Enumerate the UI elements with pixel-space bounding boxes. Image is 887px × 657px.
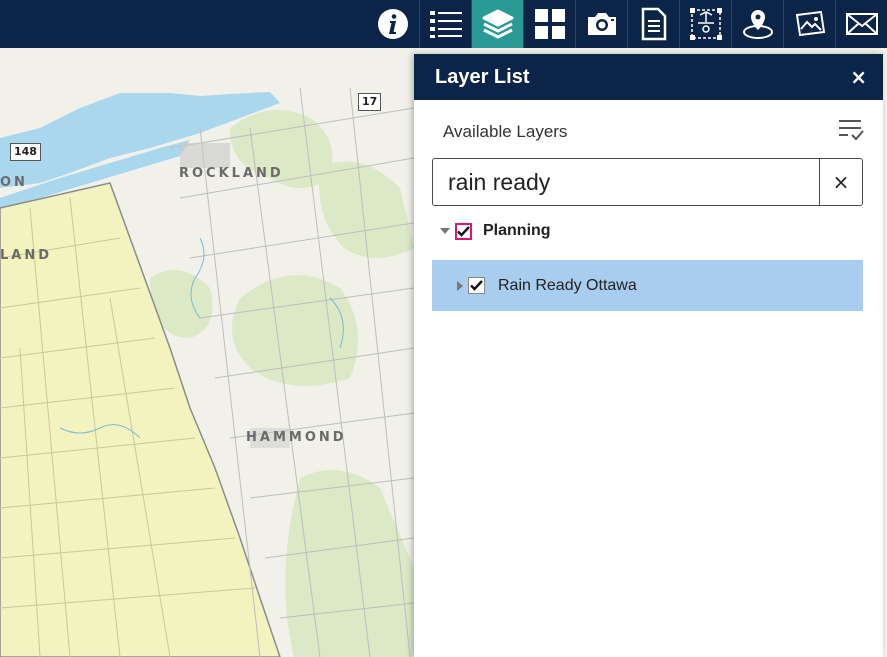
print-button[interactable]: [627, 0, 679, 48]
planning-checkbox[interactable]: [455, 222, 472, 240]
layer-search-input[interactable]: [433, 159, 819, 205]
top-toolbar: [0, 0, 887, 48]
layer-row-rain-ready-ottawa[interactable]: Rain Ready Ottawa: [432, 260, 863, 311]
camera-icon: [585, 10, 619, 38]
available-layers-label: Available Layers: [443, 122, 568, 141]
checkmark-icon: [470, 280, 483, 291]
draw-icon: [689, 7, 723, 41]
basemap-gallery-icon: [534, 8, 566, 40]
collapse-caret-icon[interactable]: [440, 228, 450, 234]
image-gallery-icon: [793, 9, 827, 39]
legend-button[interactable]: [419, 0, 471, 48]
map-label-hammond: HAMMOND: [246, 430, 347, 445]
location-icon: [741, 8, 775, 40]
layer-search: ×: [432, 158, 863, 206]
rain-ready-checkbox[interactable]: [468, 277, 485, 294]
group-label: Planning: [483, 222, 551, 239]
basemap-gallery-button[interactable]: [523, 0, 575, 48]
map-label-on: ON: [0, 175, 28, 190]
share-button[interactable]: [835, 0, 887, 48]
layer-list-button[interactable]: [471, 0, 523, 48]
mail-icon: [845, 11, 879, 37]
layer-list-panel: Layer List × Available Layers × Planning…: [414, 54, 883, 657]
panel-header: Layer List ×: [414, 54, 883, 100]
layer-group-planning: Planning: [440, 222, 551, 240]
filter-options-icon[interactable]: [838, 118, 864, 146]
layer-label: Rain Ready Ottawa: [498, 276, 637, 294]
screenshot-button[interactable]: [575, 0, 627, 48]
map-label-rockland: ROCKLAND: [179, 166, 284, 181]
highway-17-shield: 17: [358, 93, 382, 111]
layers-icon: [481, 8, 515, 40]
expand-caret-icon[interactable]: [457, 280, 463, 291]
map-label-land: LAND: [0, 248, 53, 263]
panel-title: Layer List: [435, 65, 530, 88]
highway-148-shield: 148: [10, 143, 41, 161]
legend-list-icon: [429, 9, 463, 39]
info-icon: [377, 8, 409, 40]
draw-button[interactable]: [679, 0, 731, 48]
locate-button[interactable]: [731, 0, 783, 48]
topographic-basemap: [0, 87, 414, 657]
checkmark-icon: [457, 225, 470, 237]
tool-buttons: [367, 0, 887, 48]
document-icon: [640, 7, 668, 41]
clear-search-button[interactable]: ×: [819, 159, 862, 205]
info-button[interactable]: [367, 0, 419, 48]
image-gallery-button[interactable]: [783, 0, 835, 48]
close-button[interactable]: ×: [850, 65, 867, 89]
map-view[interactable]: ROCKLAND HAMMOND ON LAND 17 148: [0, 48, 414, 657]
